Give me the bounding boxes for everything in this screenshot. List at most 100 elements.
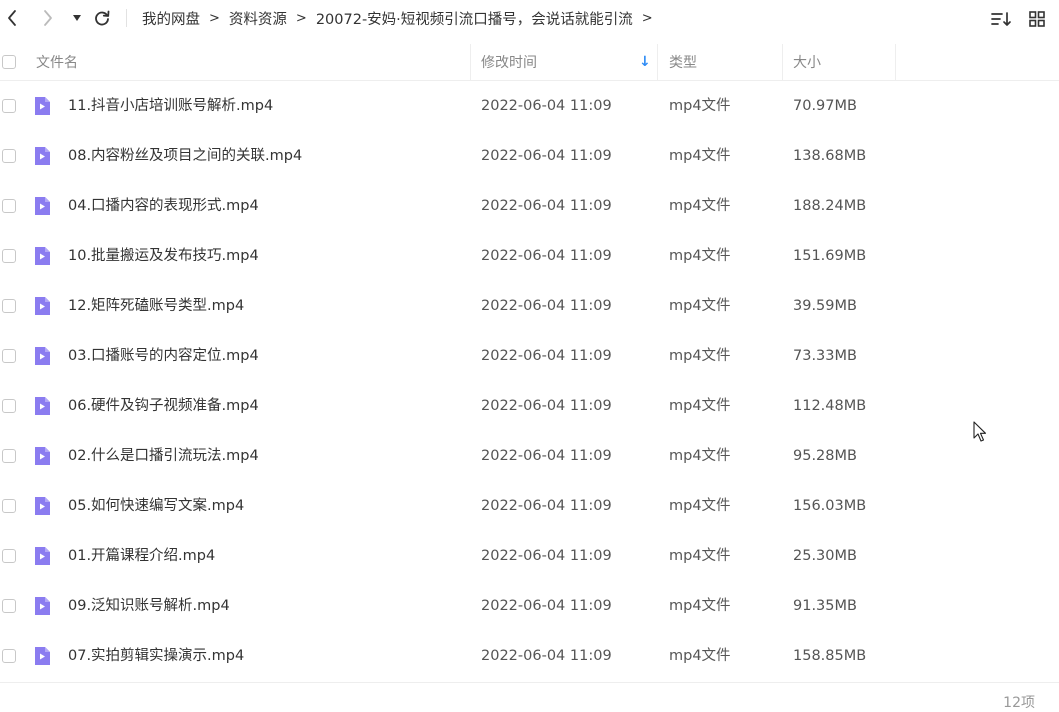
forward-button[interactable] (38, 7, 58, 29)
file-row[interactable]: 03.口播账号的内容定位.mp4 2022-06-04 11:09 mp4文件 73.… (0, 331, 1059, 381)
file-list-header: 文件名 修改时间 ↓ 类型 大小 (0, 44, 1059, 81)
file-type: mp4文件 (669, 548, 731, 564)
column-header-name[interactable]: 文件名 (36, 44, 470, 80)
file-name[interactable]: 02.什么是口播引流玩法.mp4 (68, 431, 259, 481)
file-type: mp4文件 (669, 348, 731, 364)
video-file-icon (35, 547, 50, 565)
grid-view-button[interactable] (1026, 9, 1048, 29)
file-modified-time: 2022-06-04 11:09 (481, 98, 612, 114)
file-size: 188.24MB (793, 198, 867, 214)
row-checkbox[interactable] (2, 299, 16, 313)
file-name[interactable]: 08.内容粉丝及项目之间的关联.mp4 (68, 131, 302, 181)
file-size: 158.85MB (793, 648, 867, 664)
video-file-icon (35, 497, 50, 515)
sort-list-icon (991, 12, 1011, 26)
footer-divider (0, 682, 1059, 683)
row-checkbox[interactable] (2, 549, 16, 563)
file-row[interactable]: 04.口播内容的表现形式.mp4 2022-06-04 11:09 mp4文件 188… (0, 181, 1059, 231)
video-file-icon (35, 97, 50, 115)
refresh-icon (95, 10, 110, 26)
file-name[interactable]: 05.如何快速编写文案.mp4 (68, 481, 244, 531)
item-count: 12项 (1003, 695, 1035, 711)
row-checkbox[interactable] (2, 249, 16, 263)
video-file-icon (35, 147, 50, 165)
breadcrumb-item-root[interactable]: 我的网盘 (142, 8, 200, 29)
row-checkbox[interactable] (2, 349, 16, 363)
file-name[interactable]: 11.抖音小店培训账号解析.mp4 (68, 81, 273, 131)
column-header-modified-label: 修改时间 (481, 55, 537, 71)
column-divider (470, 44, 471, 80)
file-row[interactable]: 08.内容粉丝及项目之间的关联.mp4 2022-06-04 11:09 mp4文件… (0, 131, 1059, 181)
grid-view-icon (1029, 11, 1045, 27)
video-file-icon (35, 247, 50, 265)
file-name[interactable]: 04.口播内容的表现形式.mp4 (68, 181, 259, 231)
video-file-icon (35, 347, 50, 365)
file-row[interactable]: 09.泛知识账号解析.mp4 2022-06-04 11:09 mp4文件 91.35… (0, 581, 1059, 631)
file-size: 138.68MB (793, 148, 867, 164)
video-file-icon (35, 297, 50, 315)
file-name[interactable]: 07.实拍剪辑实操演示.mp4 (68, 631, 244, 681)
file-type: mp4文件 (669, 248, 731, 264)
breadcrumb-item-current-folder[interactable]: 20072-安妈·短视频引流口播号，会说话就能引流 (316, 8, 633, 29)
row-checkbox[interactable] (2, 399, 16, 413)
chevron-left-icon (8, 10, 16, 26)
file-name[interactable]: 10.批量搬运及发布技巧.mp4 (68, 231, 259, 281)
file-modified-time: 2022-06-04 11:09 (481, 348, 612, 364)
file-name[interactable]: 12.矩阵死磕账号类型.mp4 (68, 281, 244, 331)
file-row[interactable]: 12.矩阵死磕账号类型.mp4 2022-06-04 11:09 mp4文件 39.5… (0, 281, 1059, 331)
file-row[interactable]: 07.实拍剪辑实操演示.mp4 2022-06-04 11:09 mp4文件 158.… (0, 631, 1059, 681)
video-file-icon (35, 597, 50, 615)
file-type: mp4文件 (669, 448, 731, 464)
breadcrumb-separator: > (641, 10, 653, 26)
file-name[interactable]: 01.开篇课程介绍.mp4 (68, 531, 215, 581)
file-size: 156.03MB (793, 498, 867, 514)
column-header-type[interactable]: 类型 (669, 44, 783, 80)
row-checkbox[interactable] (2, 149, 16, 163)
file-modified-time: 2022-06-04 11:09 (481, 148, 612, 164)
file-name[interactable]: 03.口播账号的内容定位.mp4 (68, 331, 259, 381)
refresh-button[interactable] (92, 7, 112, 29)
column-header-size[interactable]: 大小 (793, 44, 895, 80)
file-type: mp4文件 (669, 98, 731, 114)
file-size: 95.28MB (793, 448, 857, 464)
video-file-icon (35, 647, 50, 665)
column-header-modified[interactable]: 修改时间 ↓ (481, 44, 657, 80)
file-modified-time: 2022-06-04 11:09 (481, 648, 612, 664)
file-type: mp4文件 (669, 598, 731, 614)
file-modified-time: 2022-06-04 11:09 (481, 298, 612, 314)
file-modified-time: 2022-06-04 11:09 (481, 448, 612, 464)
file-modified-time: 2022-06-04 11:09 (481, 198, 612, 214)
file-name[interactable]: 06.硬件及钩子视频准备.mp4 (68, 381, 259, 431)
file-row[interactable]: 10.批量搬运及发布技巧.mp4 2022-06-04 11:09 mp4文件 151… (0, 231, 1059, 281)
file-row[interactable]: 11.抖音小店培训账号解析.mp4 2022-06-04 11:09 mp4文件 70… (0, 81, 1059, 131)
breadcrumb-separator: > (209, 10, 220, 26)
file-name[interactable]: 09.泛知识账号解析.mp4 (68, 581, 230, 631)
breadcrumb-item-resources[interactable]: 资料资源 (229, 8, 287, 29)
file-size: 112.48MB (793, 398, 867, 414)
file-size: 91.35MB (793, 598, 857, 614)
file-row[interactable]: 01.开篇课程介绍.mp4 2022-06-04 11:09 mp4文件 25.30M… (0, 531, 1059, 581)
toolbar-divider (126, 9, 127, 27)
file-modified-time: 2022-06-04 11:09 (481, 548, 612, 564)
row-checkbox[interactable] (2, 599, 16, 613)
row-checkbox[interactable] (2, 649, 16, 663)
mouse-cursor-icon (973, 421, 987, 442)
row-checkbox[interactable] (2, 499, 16, 513)
row-checkbox[interactable] (2, 199, 16, 213)
back-button[interactable] (2, 7, 22, 29)
file-size: 73.33MB (793, 348, 857, 364)
file-type: mp4文件 (669, 648, 731, 664)
file-type: mp4文件 (669, 298, 731, 314)
select-all-checkbox[interactable] (2, 55, 16, 69)
column-divider (782, 44, 783, 80)
row-checkbox[interactable] (2, 99, 16, 113)
file-row[interactable]: 05.如何快速编写文案.mp4 2022-06-04 11:09 mp4文件 156.… (0, 481, 1059, 531)
toolbar: 我的网盘 > 资料资源 > 20072-安妈·短视频引流口播号，会说话就能引流 … (0, 0, 1059, 36)
file-row[interactable]: 02.什么是口播引流玩法.mp4 2022-06-04 11:09 mp4文件 95.… (0, 431, 1059, 481)
row-checkbox[interactable] (2, 449, 16, 463)
file-modified-time: 2022-06-04 11:09 (481, 398, 612, 414)
file-row[interactable]: 06.硬件及钩子视频准备.mp4 2022-06-04 11:09 mp4文件 112… (0, 381, 1059, 431)
sort-button[interactable] (990, 9, 1012, 29)
file-size: 39.59MB (793, 298, 857, 314)
history-dropdown-button[interactable] (67, 7, 87, 29)
